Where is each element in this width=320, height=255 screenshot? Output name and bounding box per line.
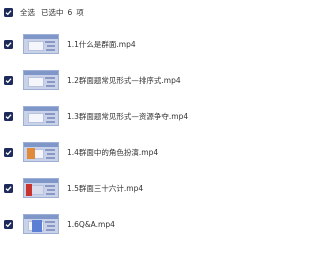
- check-icon: [5, 9, 12, 15]
- file-name: 1.3群面题常见形式—资源争夺.mp4: [67, 111, 189, 121]
- select-all-checkbox[interactable]: [4, 7, 13, 17]
- file-row[interactable]: 1.5群面三十六计.mp4: [0, 170, 200, 206]
- check-icon: [5, 221, 12, 227]
- video-thumbnail: [23, 70, 59, 90]
- file-checkbox[interactable]: [4, 111, 13, 121]
- selected-unit: 项: [76, 7, 84, 17]
- file-checkbox[interactable]: [4, 219, 13, 229]
- check-icon: [5, 185, 12, 191]
- selection-header: 全选 已选中 6 项: [0, 0, 200, 24]
- check-icon: [5, 149, 12, 155]
- video-thumbnail: [23, 142, 59, 162]
- select-all-label[interactable]: 全选: [20, 7, 35, 18]
- video-thumbnail: [23, 34, 59, 54]
- file-row[interactable]: 1.4群面中的角色扮演.mp4: [0, 134, 200, 170]
- file-name: 1.5群面三十六计.mp4: [67, 183, 144, 193]
- file-name: 1.2群面题常见形式—排序式.mp4: [67, 75, 181, 85]
- file-row[interactable]: 1.1什么是群面.mp4: [0, 26, 200, 62]
- file-name: 1.1什么是群面.mp4: [67, 39, 136, 49]
- file-checkbox[interactable]: [4, 147, 13, 157]
- file-checkbox[interactable]: [4, 183, 13, 193]
- file-name: 1.6Q&A.mp4: [67, 219, 115, 229]
- check-icon: [5, 113, 12, 119]
- video-thumbnail: [23, 214, 59, 234]
- selected-count: 6: [67, 7, 73, 17]
- file-row[interactable]: 1.6Q&A.mp4: [0, 206, 200, 242]
- file-row[interactable]: 1.3群面题常见形式—资源争夺.mp4: [0, 98, 200, 134]
- video-thumbnail: [23, 106, 59, 126]
- file-name: 1.4群面中的角色扮演.mp4: [67, 147, 159, 157]
- video-thumbnail: [23, 178, 59, 198]
- selected-label: 已选中: [41, 7, 64, 17]
- file-checkbox[interactable]: [4, 75, 13, 85]
- file-checkbox[interactable]: [4, 39, 13, 49]
- check-icon: [5, 77, 12, 83]
- file-row[interactable]: 1.2群面题常见形式—排序式.mp4: [0, 62, 200, 98]
- check-icon: [5, 41, 12, 47]
